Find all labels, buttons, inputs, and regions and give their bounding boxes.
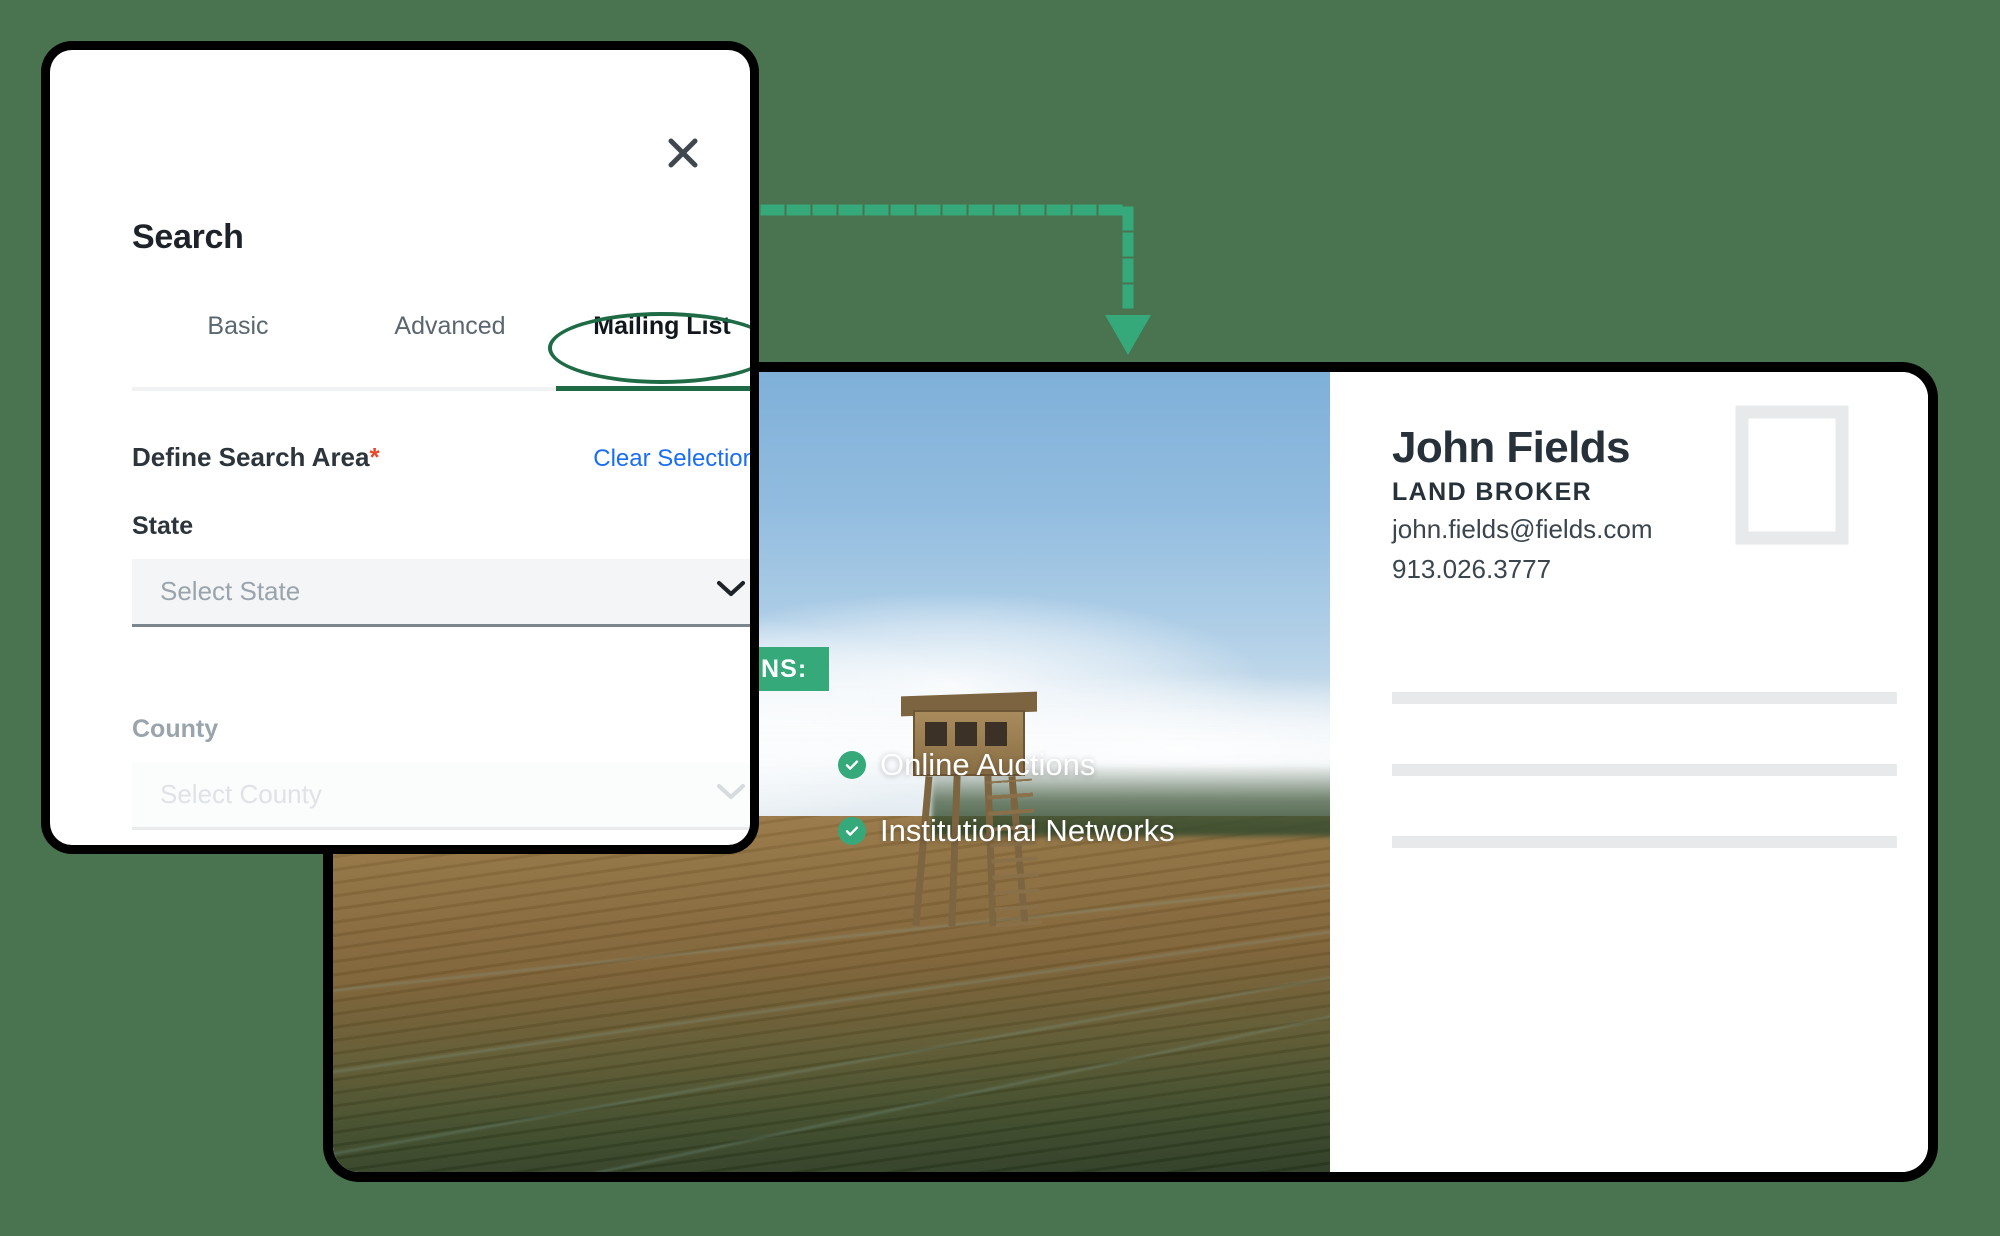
required-asterisk: * (369, 442, 380, 472)
address-line-placeholder (1392, 692, 1897, 704)
define-search-area-header: Define Search Area* Clear Selections (132, 442, 750, 473)
field-track-line (333, 961, 1330, 1172)
county-select[interactable]: Select County (132, 762, 750, 830)
tab-advanced[interactable]: Advanced (344, 312, 556, 367)
close-icon[interactable] (662, 132, 704, 174)
tab-basic[interactable]: Basic (132, 312, 344, 367)
field-background (333, 816, 1330, 1172)
page-title: Search (132, 218, 244, 256)
section-title-text: Define Search Area (132, 442, 370, 472)
section-title: Define Search Area* (132, 442, 380, 473)
list-item-label: Institutional Networks (880, 813, 1175, 848)
county-field-label: County (132, 715, 219, 743)
tab-mailing-list[interactable]: Mailing List (556, 312, 750, 367)
list-item: Institutional Networks (838, 813, 1263, 849)
active-tab-underline (556, 386, 750, 391)
state-select[interactable]: Select State (132, 559, 750, 627)
chevron-down-icon (716, 783, 746, 806)
check-circle-icon (838, 751, 866, 779)
county-field-group: County Select County (132, 715, 750, 830)
list-item: Online Auctions (838, 747, 1263, 783)
list-item-label: Online Auctions (880, 747, 1096, 782)
field-track-line (333, 917, 1330, 1087)
address-line-placeholder (1392, 764, 1897, 776)
field-track-line (333, 997, 1330, 1172)
field-track-line (333, 874, 1330, 1002)
screenshot-stage: are our focus. our expertise. LING SOLUT… (0, 0, 2000, 1236)
postage-stamp-icon (1734, 400, 1850, 550)
check-circle-icon (838, 817, 866, 845)
postcard-info-pane: John Fields LAND BROKER john.fields@fiel… (1330, 372, 1928, 1172)
address-placeholder-lines (1392, 692, 1897, 908)
dashed-arrow-connector (720, 185, 1190, 375)
clear-selections-link[interactable]: Clear Selections (593, 445, 750, 473)
state-select-value: Select State (160, 576, 301, 606)
state-field-group: State Select State (132, 512, 750, 627)
state-field-label: State (132, 512, 194, 540)
address-line-placeholder (1392, 836, 1897, 848)
contact-phone: 913.026.3777 (1392, 554, 1552, 585)
search-tabs: Basic Advanced Mailing List (132, 312, 750, 367)
county-select-value: Select County (160, 779, 322, 809)
search-modal: Search Basic Advanced Mailing List Defin… (50, 50, 750, 845)
chevron-down-icon (716, 580, 746, 603)
